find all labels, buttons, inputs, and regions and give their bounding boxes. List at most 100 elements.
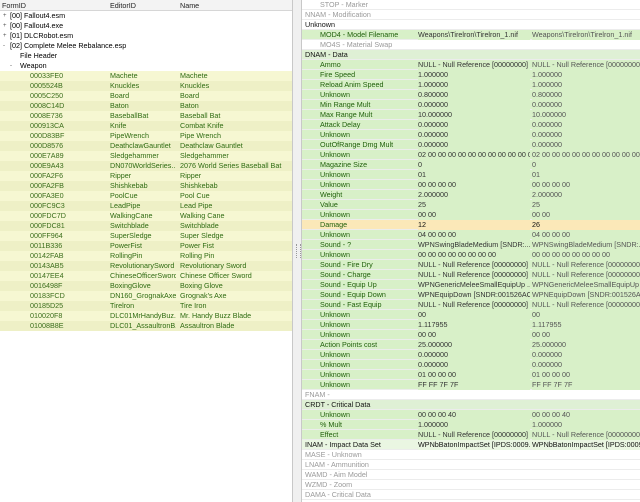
field-value-master[interactable]: 1.000000 xyxy=(532,80,640,90)
table-row[interactable]: 000D8576 DeathclawGauntlet Deathclaw Gaunt… xyxy=(0,141,292,151)
record-field-row[interactable]: MASE - Unknown xyxy=(302,450,640,460)
field-value-plugin[interactable]: 00 00 xyxy=(418,330,530,340)
table-row[interactable]: 000913CA Knife Combat Knife xyxy=(0,121,292,131)
expand-icon[interactable]: + xyxy=(3,21,7,31)
field-value-master[interactable]: 0.000000 xyxy=(532,360,640,370)
record-field-row[interactable]: Sound - ? WPNSwingBladeMedium [SNDR:... WP… xyxy=(302,240,640,250)
record-field-row[interactable]: Unknown 01 00 00 00 01 00 00 00 xyxy=(302,370,640,380)
field-value-master[interactable]: 1.000000 xyxy=(532,420,640,430)
column-formid[interactable]: FormID xyxy=(2,1,26,10)
record-field-row[interactable]: Sound - Fast Equip NULL - Null Reference … xyxy=(302,300,640,310)
field-value-master[interactable]: NULL - Null Reference [00000000] xyxy=(532,430,640,440)
record-field-row[interactable]: STOP - Marker xyxy=(302,0,640,10)
field-value-master[interactable]: NULL - Null Reference [00000000] xyxy=(532,260,640,270)
field-value-master[interactable]: 0.000000 xyxy=(532,100,640,110)
field-value-plugin[interactable]: 00 00 00 40 xyxy=(418,410,530,420)
field-value-master[interactable]: 04 00 00 00 xyxy=(532,230,640,240)
record-field-row[interactable]: OutOfRange Dmg Mult 0.000000 0.000000 xyxy=(302,140,640,150)
record-field-row[interactable]: Unknown 00 00 00 00 00 00 00 00 xyxy=(302,180,640,190)
field-value-master[interactable]: 25.000000 xyxy=(532,340,640,350)
field-value-plugin[interactable]: 0.000000 xyxy=(418,140,530,150)
record-field-row[interactable]: Unknown 0.000000 0.000000 xyxy=(302,350,640,360)
record-field-row[interactable]: Unknown 00 00 00 00 xyxy=(302,330,640,340)
record-field-row[interactable]: Sound - Fire Dry NULL - Null Reference [0… xyxy=(302,260,640,270)
field-value-plugin[interactable]: 2.000000 xyxy=(418,190,530,200)
table-row[interactable]: 00183FCD DN160_GrognakAxe Grognak's Axe xyxy=(0,291,292,301)
record-field-row[interactable]: Effect NULL - Null Reference [00000000] NU… xyxy=(302,430,640,440)
record-field-row[interactable]: Max Range Mult 10.000000 10.000000 xyxy=(302,110,640,120)
table-row[interactable]: 000D83BF PipeWrench Pipe Wrench xyxy=(0,131,292,141)
record-field-row[interactable]: WZMD - Zoom xyxy=(302,480,640,490)
table-row[interactable]: 0008E736 BaseballBat Baseball Bat xyxy=(0,111,292,121)
field-value-master[interactable]: 00 xyxy=(532,310,640,320)
table-row[interactable]: 000FC9C3 LeadPipe Lead Pipe xyxy=(0,201,292,211)
field-value-master[interactable]: WPNGenericMeleeSmallEquipUp ... xyxy=(532,280,640,290)
table-row[interactable]: 01008B8E DLC01_AssaultronB... Assaultron B… xyxy=(0,321,292,331)
field-value-master[interactable]: 0.000000 xyxy=(532,130,640,140)
record-field-row[interactable]: Unknown 00 00 00 00 00 00 00 00 00 00 00 0… xyxy=(302,250,640,260)
field-value-plugin[interactable]: 1.000000 xyxy=(418,420,530,430)
field-value-plugin[interactable]: 0.000000 xyxy=(418,100,530,110)
field-value-plugin[interactable]: NULL - Null Reference [00000000] xyxy=(418,260,530,270)
field-value-plugin[interactable]: WPNGenericMeleeSmallEquipUp ... xyxy=(418,280,530,290)
record-field-row[interactable]: Fire Speed 1.000000 1.000000 xyxy=(302,70,640,80)
collapse-icon[interactable]: - xyxy=(3,41,5,51)
table-row[interactable]: 00147EE4 ChineseOfficerSword Chinese Offic… xyxy=(0,271,292,281)
table-row[interactable]: 0008C14D Baton Baton xyxy=(0,101,292,111)
record-field-row[interactable]: DNAM - Data xyxy=(302,50,640,60)
record-field-row[interactable]: INAM - Impact Data Set WPNbBatonImpactSet… xyxy=(302,440,640,450)
field-value-plugin[interactable]: 0 xyxy=(418,160,530,170)
field-value-plugin[interactable]: WPNSwingBladeMedium [SNDR:... xyxy=(418,240,530,250)
field-value-plugin[interactable]: 01 xyxy=(418,170,530,180)
field-value-master[interactable]: NULL - Null Reference [00000000] xyxy=(532,270,640,280)
expand-icon[interactable]: + xyxy=(3,11,7,21)
field-value-master[interactable]: 1.000000 xyxy=(532,70,640,80)
table-row[interactable]: 000FDC7D WalkingCane Walking Cane xyxy=(0,211,292,221)
field-value-plugin[interactable]: NULL - Null Reference [00000000] xyxy=(418,60,530,70)
field-value-master[interactable]: 26 xyxy=(532,220,640,230)
table-row[interactable]: 00142FAB RollingPin Rolling Pin xyxy=(0,251,292,261)
tree-group-node[interactable]: File Header xyxy=(0,51,292,61)
tree-file-node[interactable]: + [00] Fallout4.esm xyxy=(0,11,292,21)
field-value-plugin[interactable]: 25.000000 xyxy=(418,340,530,350)
field-value-plugin[interactable]: 0.000000 xyxy=(418,120,530,130)
field-value-master[interactable]: 01 xyxy=(532,170,640,180)
table-row[interactable]: 000FA2FB Shishkebab Shishkebab xyxy=(0,181,292,191)
record-field-row[interactable]: Unknown 0.000000 0.000000 xyxy=(302,360,640,370)
field-value-plugin[interactable]: WPNEquipDown [SNDR:001526AC] xyxy=(418,290,530,300)
field-value-plugin[interactable]: NULL - Null Reference [00000000] xyxy=(418,300,530,310)
table-row[interactable]: 000E9A43 DN070WorldSeries... 2076 World Se… xyxy=(0,161,292,171)
field-value-plugin[interactable]: 00 00 xyxy=(418,210,530,220)
field-value-plugin[interactable]: WPNbBatonImpactSet [IPDS:0009... xyxy=(418,440,530,450)
field-value-master[interactable]: 00 00 00 00 00 00 00 00 xyxy=(532,250,640,260)
tree-group-node[interactable]: - Weapon xyxy=(0,61,292,71)
record-field-row[interactable]: Action Points cost 25.000000 25.000000 xyxy=(302,340,640,350)
table-row[interactable]: 000FA3E0 PoolCue Pool Cue xyxy=(0,191,292,201)
field-value-master[interactable]: 10.000000 xyxy=(532,110,640,120)
field-value-master[interactable]: NULL - Null Reference [00000000] xyxy=(532,60,640,70)
record-field-row[interactable]: Sound - Charge NULL - Null Reference [000… xyxy=(302,270,640,280)
field-value-plugin[interactable]: 0.000000 xyxy=(418,130,530,140)
record-field-row[interactable]: WAMD - Aim Model xyxy=(302,470,640,480)
tree-file-node[interactable]: - [02] Complete Melee Rebalance.esp xyxy=(0,41,292,51)
field-value-master[interactable]: 0 xyxy=(532,160,640,170)
field-value-master[interactable]: 00 00 xyxy=(532,210,640,220)
field-value-plugin[interactable]: 1.000000 xyxy=(418,70,530,80)
field-value-master[interactable]: 0.800000 xyxy=(532,90,640,100)
table-row[interactable]: 0005C250 Board Board xyxy=(0,91,292,101)
tree-file-node[interactable]: + [01] DLCRobot.esm xyxy=(0,31,292,41)
expand-icon[interactable]: + xyxy=(3,31,7,41)
field-value-master[interactable]: 00 00 xyxy=(532,330,640,340)
field-value-master[interactable]: 0.000000 xyxy=(532,120,640,130)
table-row[interactable]: 010020F8 DLC01MrHandyBuz... Mr. Handy Buzz… xyxy=(0,311,292,321)
record-field-row[interactable]: Sound - Equip Up WPNGenericMeleeSmallEqui… xyxy=(302,280,640,290)
record-field-row[interactable]: Weight 2.000000 2.000000 xyxy=(302,190,640,200)
column-editorid[interactable]: EditorID xyxy=(110,1,136,10)
field-value-plugin[interactable]: 12 xyxy=(418,220,530,230)
field-value-plugin[interactable]: 1.000000 xyxy=(418,80,530,90)
field-value-master[interactable]: 1.117955 xyxy=(532,320,640,330)
field-value-plugin[interactable]: 10.000000 xyxy=(418,110,530,120)
field-value-master[interactable]: 25 xyxy=(532,200,640,210)
field-value-plugin[interactable]: 0.000000 xyxy=(418,360,530,370)
record-field-row[interactable]: Unknown 00 00 xyxy=(302,310,640,320)
